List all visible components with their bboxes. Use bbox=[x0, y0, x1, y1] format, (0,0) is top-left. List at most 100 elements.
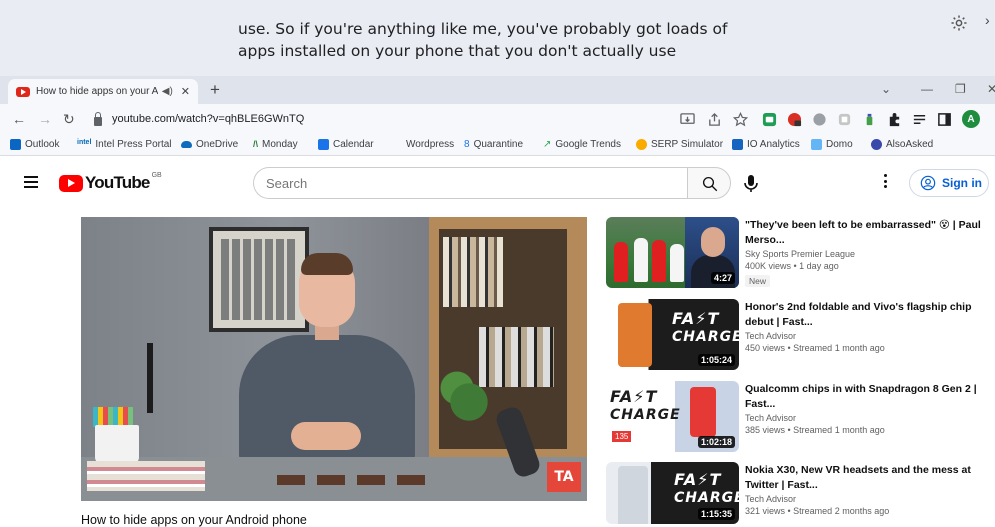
search-button[interactable] bbox=[687, 167, 731, 199]
tab-audio-icon[interactable]: ◀) bbox=[162, 86, 173, 97]
tab-search-chevron-icon[interactable]: ⌄ bbox=[881, 82, 891, 96]
extension-red-icon[interactable] bbox=[787, 112, 802, 127]
intel-icon: intel bbox=[77, 139, 92, 146]
recommendation-title[interactable]: Nokia X30, New VR headsets and the mess … bbox=[745, 463, 990, 492]
extension-square-icon[interactable] bbox=[837, 112, 852, 127]
extension-bottle-icon[interactable] bbox=[862, 112, 877, 127]
recommendation-item[interactable]: FA⚡T CHARGE 135 1:02:18 Qualcomm chips i… bbox=[606, 381, 991, 455]
recommendation-title[interactable]: Qualcomm chips in with Snapdragon 8 Gen … bbox=[745, 382, 990, 411]
io-analytics-icon bbox=[732, 139, 743, 150]
caption-settings-gear-icon[interactable] bbox=[950, 14, 968, 32]
watermark-text: TA bbox=[554, 469, 574, 485]
tab-youtube-video[interactable]: How to hide apps on your A ◀) ✕ bbox=[8, 79, 198, 104]
video-player[interactable]: TA bbox=[81, 217, 587, 501]
recommendation-title[interactable]: Honor's 2nd foldable and Vivo's flagship… bbox=[745, 300, 990, 329]
search-box[interactable] bbox=[253, 167, 687, 199]
bookmark-outlook[interactable]: Outlook bbox=[10, 139, 59, 150]
extensions-puzzle-icon[interactable] bbox=[887, 112, 902, 127]
alsoasked-icon bbox=[871, 139, 882, 150]
bookmark-star-icon[interactable] bbox=[733, 112, 748, 127]
bookmark-label: SERP Simulator bbox=[651, 139, 724, 150]
recommendation-item[interactable]: FA⚡T CHARGE 1:15:35 Nokia X30, New VR he… bbox=[606, 462, 991, 527]
bookmark-wordpress[interactable]: Wordpress bbox=[406, 139, 454, 150]
domo-icon bbox=[811, 139, 822, 150]
recommendation-channel[interactable]: Tech Advisor bbox=[745, 331, 990, 341]
restore-icon[interactable]: ❐ bbox=[955, 82, 966, 96]
reload-icon[interactable]: ↻ bbox=[63, 111, 75, 128]
youtube-play-logo-icon bbox=[59, 174, 83, 192]
recommendation-meta: "They've been left to be embarrassed" 😵 … bbox=[745, 218, 990, 289]
bookmark-io-analytics[interactable]: IO Analytics bbox=[732, 139, 800, 150]
side-panel-icon[interactable] bbox=[937, 112, 952, 127]
address-bar[interactable]: youtube.com/watch?v=qhBLE6GWnTQ bbox=[86, 108, 666, 130]
tab-close-icon[interactable]: ✕ bbox=[181, 85, 190, 98]
youtube-masthead: YouTube GB Sign in bbox=[0, 157, 995, 209]
recommendation-item[interactable]: FA⚡T CHARGE 1:05:24 Honor's 2nd foldable… bbox=[606, 299, 991, 373]
bookmark-monday[interactable]: /\ Monday bbox=[253, 139, 298, 150]
video-duration: 1:15:35 bbox=[697, 508, 735, 520]
recommendation-item[interactable]: 4:27 "They've been left to be embarrasse… bbox=[606, 217, 991, 291]
sign-in-label: Sign in bbox=[942, 176, 982, 190]
recommendation-meta: Honor's 2nd foldable and Vivo's flagship… bbox=[745, 300, 990, 353]
profile-initial: A bbox=[967, 113, 975, 125]
search-input[interactable] bbox=[266, 175, 666, 191]
live-caption-bar: use. So if you're anything like me, you'… bbox=[0, 0, 995, 76]
thumb-text-line-2: CHARGE bbox=[672, 329, 739, 345]
video-duration: 1:05:24 bbox=[697, 354, 735, 366]
recommendation-channel[interactable]: Tech Advisor bbox=[745, 413, 990, 423]
sign-in-button[interactable]: Sign in bbox=[909, 169, 989, 197]
recommendation-thumbnail[interactable]: FA⚡T CHARGE 1:15:35 bbox=[606, 462, 739, 524]
bookmark-domo[interactable]: Domo bbox=[811, 139, 853, 150]
bookmark-quarantine[interactable]: 8 Quarantine bbox=[464, 139, 523, 150]
recommendation-channel[interactable]: Tech Advisor bbox=[745, 494, 990, 504]
bookmark-label: Intel Press Portal bbox=[95, 139, 172, 150]
caption-chevron-icon[interactable]: › bbox=[985, 12, 990, 28]
lamp bbox=[147, 343, 173, 413]
bookmark-onedrive[interactable]: OneDrive bbox=[181, 139, 238, 150]
back-arrow-icon[interactable]: ← bbox=[12, 111, 26, 127]
wall-picture bbox=[209, 227, 309, 332]
new-badge: New bbox=[745, 275, 771, 287]
new-tab-button[interactable]: + bbox=[210, 80, 220, 100]
install-app-icon[interactable] bbox=[680, 112, 695, 127]
recommendation-thumbnail[interactable]: FA⚡T CHARGE 1:05:24 bbox=[606, 299, 739, 370]
minimize-icon[interactable]: — bbox=[921, 82, 933, 96]
search-icon bbox=[702, 176, 718, 192]
window-close-icon[interactable]: ✕ bbox=[987, 82, 995, 96]
reading-list-icon[interactable] bbox=[912, 112, 927, 127]
monday-icon: /\ bbox=[253, 139, 259, 149]
bookmark-label: Monday bbox=[262, 139, 298, 150]
lock-icon bbox=[94, 111, 102, 126]
bookmark-google-trends[interactable]: ↗ Google Trends bbox=[543, 139, 621, 150]
profile-avatar[interactable]: A bbox=[962, 110, 980, 128]
url-text: youtube.com/watch?v=qhBLE6GWnTQ bbox=[112, 113, 305, 125]
channel-watermark[interactable]: TA bbox=[547, 462, 581, 492]
forward-arrow-icon[interactable]: → bbox=[38, 111, 52, 127]
extension-grey-icon[interactable] bbox=[812, 112, 827, 127]
guide-menu-icon[interactable] bbox=[24, 176, 38, 188]
youtube-logo[interactable]: YouTube GB bbox=[59, 171, 162, 193]
bookmark-serp-simulator[interactable]: SERP Simulator bbox=[636, 139, 723, 150]
recommendation-thumbnail[interactable]: 4:27 bbox=[606, 217, 739, 288]
recommendation-stats: 321 views • Streamed 2 months ago bbox=[745, 506, 890, 516]
bookmark-label: Wordpress bbox=[406, 139, 455, 150]
browser-toolbar: ← → ↻ youtube.com/watch?v=qhBLE6GWnTQ A bbox=[0, 104, 995, 134]
share-icon[interactable] bbox=[707, 112, 722, 127]
bookmark-label: Google Trends bbox=[555, 139, 621, 150]
caption-line-2: apps installed on your phone that you do… bbox=[238, 42, 677, 60]
phones-on-desk bbox=[277, 475, 427, 485]
bookmark-calendar[interactable]: Calendar bbox=[318, 139, 374, 150]
settings-kebab-icon[interactable] bbox=[884, 174, 888, 191]
extension-green-icon[interactable] bbox=[762, 112, 777, 127]
bookmark-alsoasked[interactable]: AlsoAsked bbox=[871, 139, 933, 150]
voice-search-button[interactable] bbox=[736, 168, 766, 198]
thumb-text-line-1: FA⚡T bbox=[674, 470, 722, 489]
recommendation-stats: 400K views • 1 day ago bbox=[745, 261, 839, 271]
recommendation-stats: 385 views • Streamed 1 month ago bbox=[745, 425, 885, 435]
recommendation-title[interactable]: "They've been left to be embarrassed" 😵 … bbox=[745, 218, 990, 247]
country-code: GB bbox=[151, 171, 162, 179]
recommendation-channel[interactable]: Sky Sports Premier League bbox=[745, 249, 990, 259]
recommendation-thumbnail[interactable]: FA⚡T CHARGE 135 1:02:18 bbox=[606, 381, 739, 452]
pens bbox=[93, 407, 133, 427]
bookmark-intel-press-portal[interactable]: intel Intel Press Portal bbox=[77, 139, 172, 150]
